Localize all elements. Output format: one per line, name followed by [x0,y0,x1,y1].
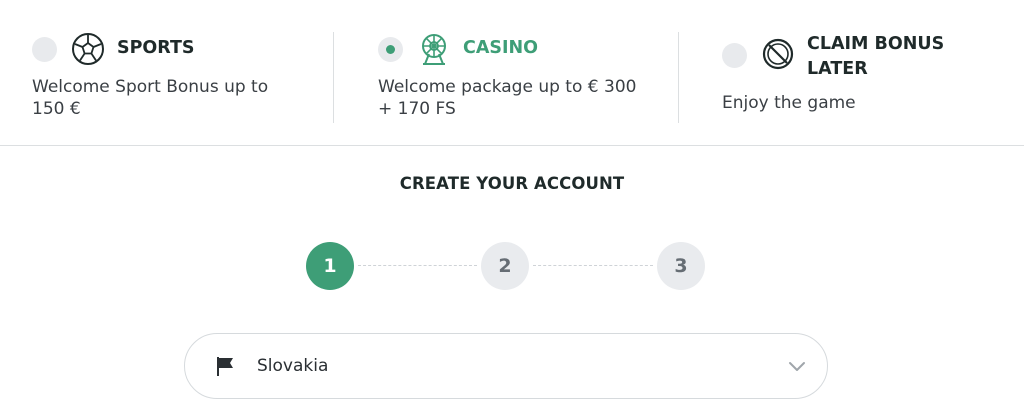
bonus-description-sports: Welcome Sport Bonus up to 150 € [32,77,269,119]
soccer-ball-icon [72,33,104,65]
bonus-title-claim-later: CLAIM BONUS LATER [807,34,945,79]
radio-sports[interactable] [32,37,57,62]
step-connector [358,265,477,266]
radio-casino[interactable] [378,37,403,62]
radio-claim-later[interactable] [722,43,747,68]
flag-icon [217,357,233,376]
bonus-title-casino: CASINO [463,38,539,58]
bonus-option-sports[interactable]: SPORTS Welcome Sport Bonus up to 150 € [32,32,322,120]
bonus-option-casino[interactable]: CASINO Welcome package up to € 300 + 170… [378,32,668,120]
bonus-description-claim-later: Enjoy the game [722,93,856,113]
country-select[interactable]: Slovakia [184,333,828,399]
chevron-down-icon[interactable] [787,356,807,376]
step-connector [533,265,653,266]
bonus-description-casino: Welcome package up to € 300 + 170 FS [378,77,637,119]
bonus-title-sports: SPORTS [117,38,195,58]
registration-stepper: 1 2 3 [306,242,706,290]
registration-page: SPORTS Welcome Sport Bonus up to 150 € C… [0,0,1024,407]
radio-selected-dot [386,45,395,54]
step-3: 3 [657,242,705,290]
country-value: Slovakia [257,356,329,376]
ferris-wheel-icon [422,34,446,65]
create-account-title: CREATE YOUR ACCOUNT [399,174,625,193]
step-1: 1 [306,242,354,290]
divider [333,32,334,123]
step-2: 2 [481,242,529,290]
no-bonus-icon [762,38,794,70]
bonus-option-claim-later[interactable]: CLAIM BONUS LATER Enjoy the game [722,32,1012,114]
divider [678,32,679,123]
bonus-selector: SPORTS Welcome Sport Bonus up to 150 € C… [0,0,1024,146]
